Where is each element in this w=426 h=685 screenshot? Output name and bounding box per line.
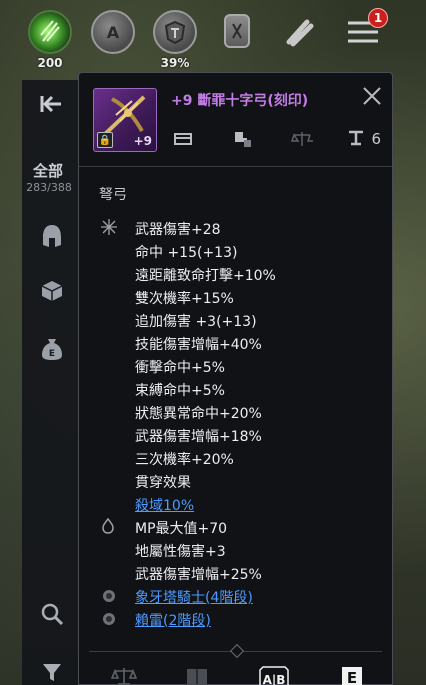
stat-line: 衝擊命中+5% bbox=[135, 360, 225, 376]
inventory-count: 283/388 bbox=[26, 181, 72, 194]
rune-tablet-icon bbox=[224, 14, 250, 48]
flame-bullet-icon bbox=[101, 517, 115, 538]
anvil-icon[interactable] bbox=[231, 130, 253, 152]
category-all[interactable]: 全部 283/388 bbox=[22, 160, 84, 194]
money-bag-a-icon: A bbox=[91, 10, 135, 54]
main-menu-button[interactable]: 1 bbox=[338, 8, 388, 54]
stat-line: 追加傷害 +3(+13) bbox=[135, 314, 257, 330]
diamond-ornament-icon bbox=[229, 643, 245, 659]
green-orb-icon bbox=[28, 10, 72, 54]
rune-button[interactable] bbox=[212, 10, 262, 48]
svg-text:A|B: A|B bbox=[263, 673, 286, 685]
enhance-level-badge: +9 bbox=[133, 134, 152, 148]
stat-line: 遠距離致命打擊+10% bbox=[135, 268, 276, 284]
item-icon[interactable]: 🔒 +9 bbox=[93, 88, 157, 152]
top-hud-bar: 200 A 39% 1 bbox=[0, 0, 426, 70]
search-icon[interactable] bbox=[38, 600, 66, 628]
close-icon bbox=[363, 87, 381, 105]
set-bullet-icon bbox=[101, 611, 117, 631]
stat-line: 束縛命中+5% bbox=[135, 383, 225, 399]
stat-line: 武器傷害+28 bbox=[135, 222, 221, 238]
weight-button[interactable]: 39% bbox=[150, 10, 200, 70]
item-weight: 6 bbox=[371, 130, 381, 148]
svg-text:E: E bbox=[347, 669, 357, 685]
filter-icon[interactable] bbox=[38, 658, 66, 685]
box-icon[interactable] bbox=[38, 277, 66, 305]
set-effect-link[interactable]: 賴雷(2階段) bbox=[135, 610, 211, 630]
weapon-type: 弩弓 bbox=[99, 187, 127, 203]
stat-line: 狀態異常命中+20% bbox=[135, 406, 262, 422]
item-title: +9 斷罪十字弓(刻印) bbox=[171, 93, 309, 109]
money-bag-e-icon[interactable]: E bbox=[38, 335, 66, 363]
scale-icon[interactable] bbox=[290, 130, 314, 152]
weight-icon bbox=[347, 130, 365, 150]
notification-badge: 1 bbox=[368, 8, 388, 28]
stat-line: 雙次機率+15% bbox=[135, 291, 234, 307]
scale-icon[interactable] bbox=[110, 666, 138, 685]
stat-line: 命中 +15(+13) bbox=[135, 245, 238, 261]
chest-icon[interactable] bbox=[173, 130, 193, 150]
stat-line: 武器傷害增幅+25% bbox=[135, 567, 262, 583]
helmet-icon[interactable] bbox=[38, 222, 66, 250]
item-detail-panel: 🔒 +9 +9 斷罪十字弓(刻印) 6 弩弓 武器傷害+28 命中 +15(+1… bbox=[78, 72, 393, 685]
weight-shield-icon bbox=[153, 10, 197, 54]
lock-icon: 🔒 bbox=[97, 132, 113, 148]
item-header: 🔒 +9 +9 斷罪十字弓(刻印) 6 bbox=[79, 73, 394, 153]
money-bag-button[interactable]: A bbox=[88, 10, 138, 54]
weight-percent: 39% bbox=[160, 56, 190, 70]
back-arrow-icon[interactable] bbox=[38, 90, 66, 118]
item-action-row: 6 bbox=[171, 130, 381, 152]
set-bullet-icon bbox=[101, 588, 117, 608]
header-divider bbox=[79, 166, 392, 167]
stat-line: 技能傷害增幅+40% bbox=[135, 337, 262, 353]
scroll-icon bbox=[277, 10, 321, 54]
category-all-label: 全部 bbox=[32, 162, 63, 180]
svg-text:E: E bbox=[49, 349, 55, 359]
orb-count: 200 bbox=[37, 56, 63, 70]
stat-line: 貫穿效果 bbox=[135, 475, 191, 491]
hp-orb-button[interactable]: 200 bbox=[25, 10, 75, 70]
stat-line: 地屬性傷害+3 bbox=[135, 544, 226, 560]
stat-line: 武器傷害增幅+18% bbox=[135, 429, 262, 445]
scroll-button[interactable] bbox=[274, 10, 324, 54]
spark-bullet-icon bbox=[101, 219, 117, 239]
e-tab-icon[interactable]: E bbox=[341, 666, 363, 685]
set-effect-link[interactable]: 象牙塔騎士(4階段) bbox=[135, 587, 253, 607]
book-icon[interactable] bbox=[185, 666, 209, 685]
close-button[interactable] bbox=[360, 85, 384, 109]
panel-bottom-tabs: A|B E bbox=[79, 643, 392, 685]
ab-compare-icon[interactable]: A|B bbox=[259, 666, 289, 685]
stat-line: 三次機率+20% bbox=[135, 452, 234, 468]
effect-link[interactable]: 殺域10% bbox=[135, 495, 194, 515]
inventory-sidebar: 全部 283/388 E bbox=[22, 80, 84, 685]
stat-line: MP最大值+70 bbox=[135, 521, 228, 537]
